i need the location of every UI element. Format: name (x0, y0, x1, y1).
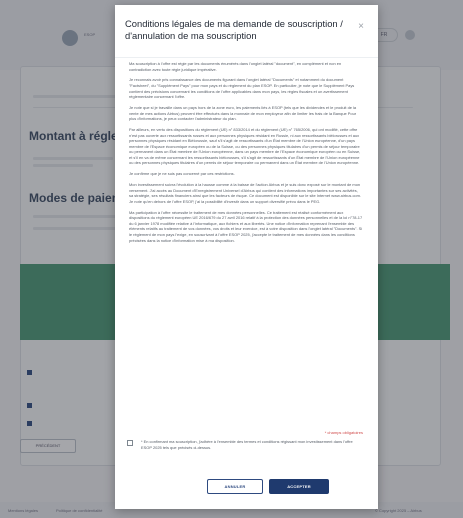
close-icon[interactable]: × (355, 21, 367, 33)
legal-paragraph: Je note que si je travaille dans un pays… (129, 104, 357, 122)
modal-title: Conditions légales de ma demande de sous… (125, 18, 343, 41)
legal-paragraph: Ma souscription à l'offre est régie par … (129, 61, 342, 72)
cancel-button[interactable]: ANNULER (207, 479, 263, 494)
legal-paragraph: Mon investissement suivra l'évolution à … (129, 182, 361, 204)
legal-text-content: Ma souscription à l'offre est régie par … (129, 61, 363, 248)
modal-divider (115, 57, 378, 58)
legal-paragraph: Je reconnais avoir pris connaissance des… (129, 77, 355, 100)
legal-paragraph: Par ailleurs, en vertu des dispositions … (129, 126, 361, 166)
agree-terms-label: * En confirmant ma souscription, j'adhèr… (141, 439, 353, 450)
legal-conditions-modal: Conditions légales de ma demande de sous… (115, 5, 378, 509)
legal-paragraph: Je confirme que je ne suis pas concerné … (129, 171, 235, 177)
agree-terms-checkbox[interactable] (127, 440, 133, 446)
required-fields-note: * champs obligatoires (324, 430, 363, 435)
legal-paragraph: Ma participation à l'offre nécessite le … (129, 209, 363, 243)
accept-button[interactable]: ACCEPTER (269, 479, 329, 494)
